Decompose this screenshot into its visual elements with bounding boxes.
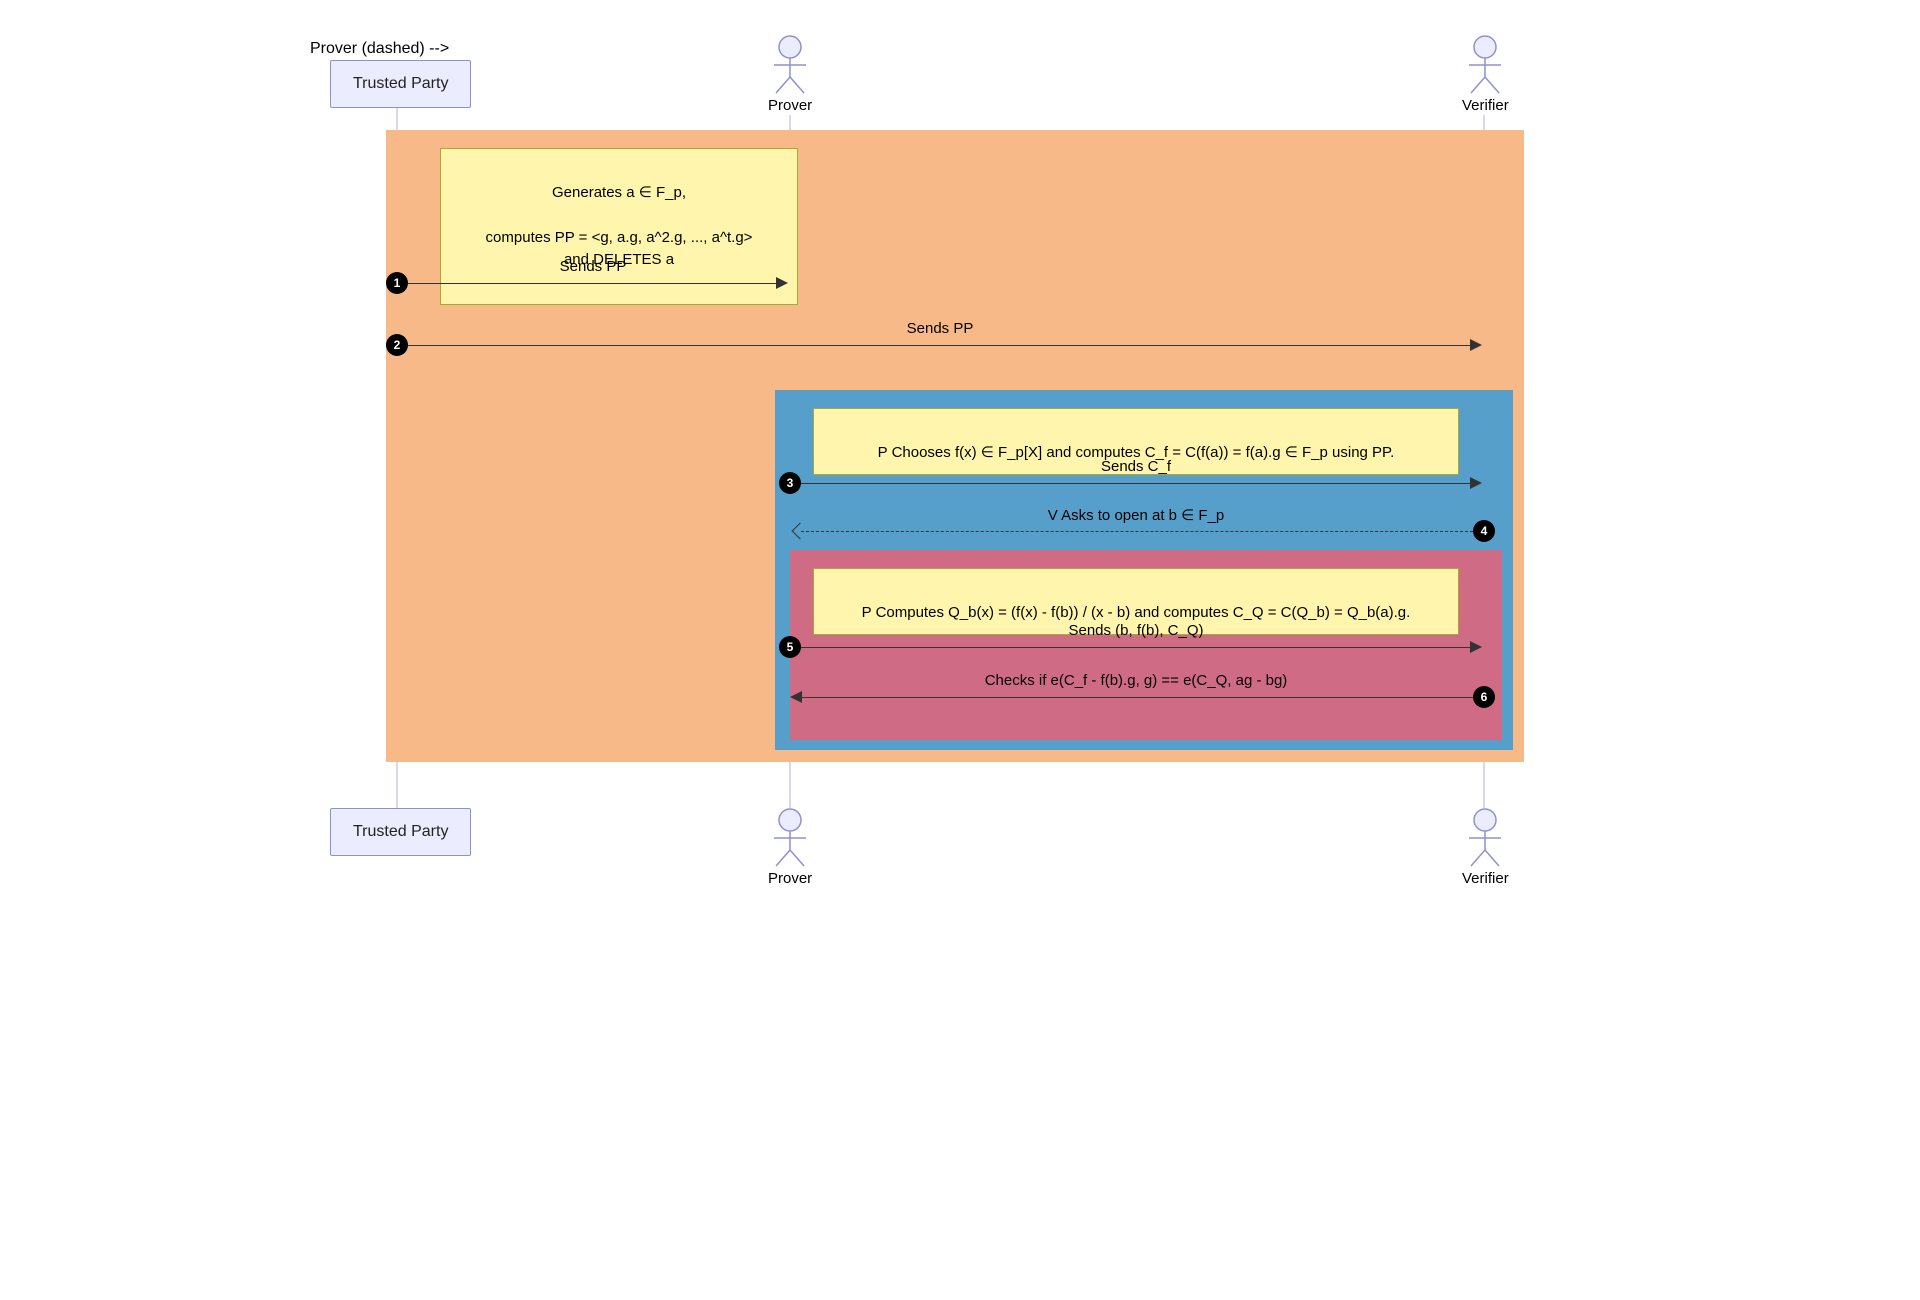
msg2-arrowhead — [1470, 339, 1482, 351]
msg1-arrowhead — [776, 277, 788, 289]
seq3: 3 — [779, 472, 801, 494]
participant-verifier-top: Verifier — [1462, 35, 1509, 114]
msg6-label: Checks if e(C_f - f(b).g, g) == e(C_Q, a… — [985, 672, 1288, 689]
seq4: 4 — [1473, 520, 1495, 542]
msg6-arrow — [802, 697, 1473, 698]
participant-prover-bottom: Prover — [768, 808, 812, 887]
msg1-arrow — [408, 283, 778, 284]
participant-verifier-bottom: Verifier — [1462, 808, 1509, 887]
participant-trusted-top: Trusted Party — [330, 60, 471, 108]
msg2-label: Sends PP — [907, 320, 974, 337]
seq5: 5 — [779, 636, 801, 658]
stick-figure-icon — [1463, 35, 1507, 95]
stick-figure-icon — [1463, 808, 1507, 868]
seq2: 2 — [386, 334, 408, 356]
msg1-label: Sends PP — [560, 258, 627, 275]
seq1: 1 — [386, 272, 408, 294]
seq6: 6 — [1473, 686, 1495, 708]
note-generate-pp: Generates a ∈ F_p, computes PP = <g, a.g… — [440, 148, 798, 305]
verifier-label: Verifier — [1462, 97, 1509, 114]
sequence-diagram: Trusted Party Prover Verifier Generates … — [310, 40, 1610, 910]
note-line1: Generates a ∈ F_p, — [457, 182, 781, 205]
prover-label: Prover — [768, 97, 812, 114]
stick-figure-icon — [768, 35, 812, 95]
msg3-label: Sends C_f — [1101, 458, 1171, 475]
msg5-label: Sends (b, f(b), C_Q) — [1068, 622, 1203, 639]
msg5-arrow — [801, 647, 1471, 648]
prover-label-bottom: Prover — [768, 870, 812, 887]
stick-figure-icon — [768, 808, 812, 868]
trusted-label-bottom: Trusted Party — [353, 823, 448, 840]
msg3-arrowhead — [1470, 477, 1482, 489]
msg5-arrowhead — [1470, 641, 1482, 653]
msg3-arrow — [801, 483, 1471, 484]
msg4-arrow — [801, 531, 1473, 532]
msg2-arrow — [408, 345, 1472, 346]
msg6-arrowhead — [790, 691, 802, 703]
participant-trusted-bottom: Trusted Party — [330, 808, 471, 856]
participant-prover-top: Prover — [768, 35, 812, 114]
verifier-label-bottom: Verifier — [1462, 870, 1509, 887]
trusted-label: Trusted Party — [353, 75, 448, 92]
msg4-label: V Asks to open at b ∈ F_p — [1048, 506, 1225, 524]
